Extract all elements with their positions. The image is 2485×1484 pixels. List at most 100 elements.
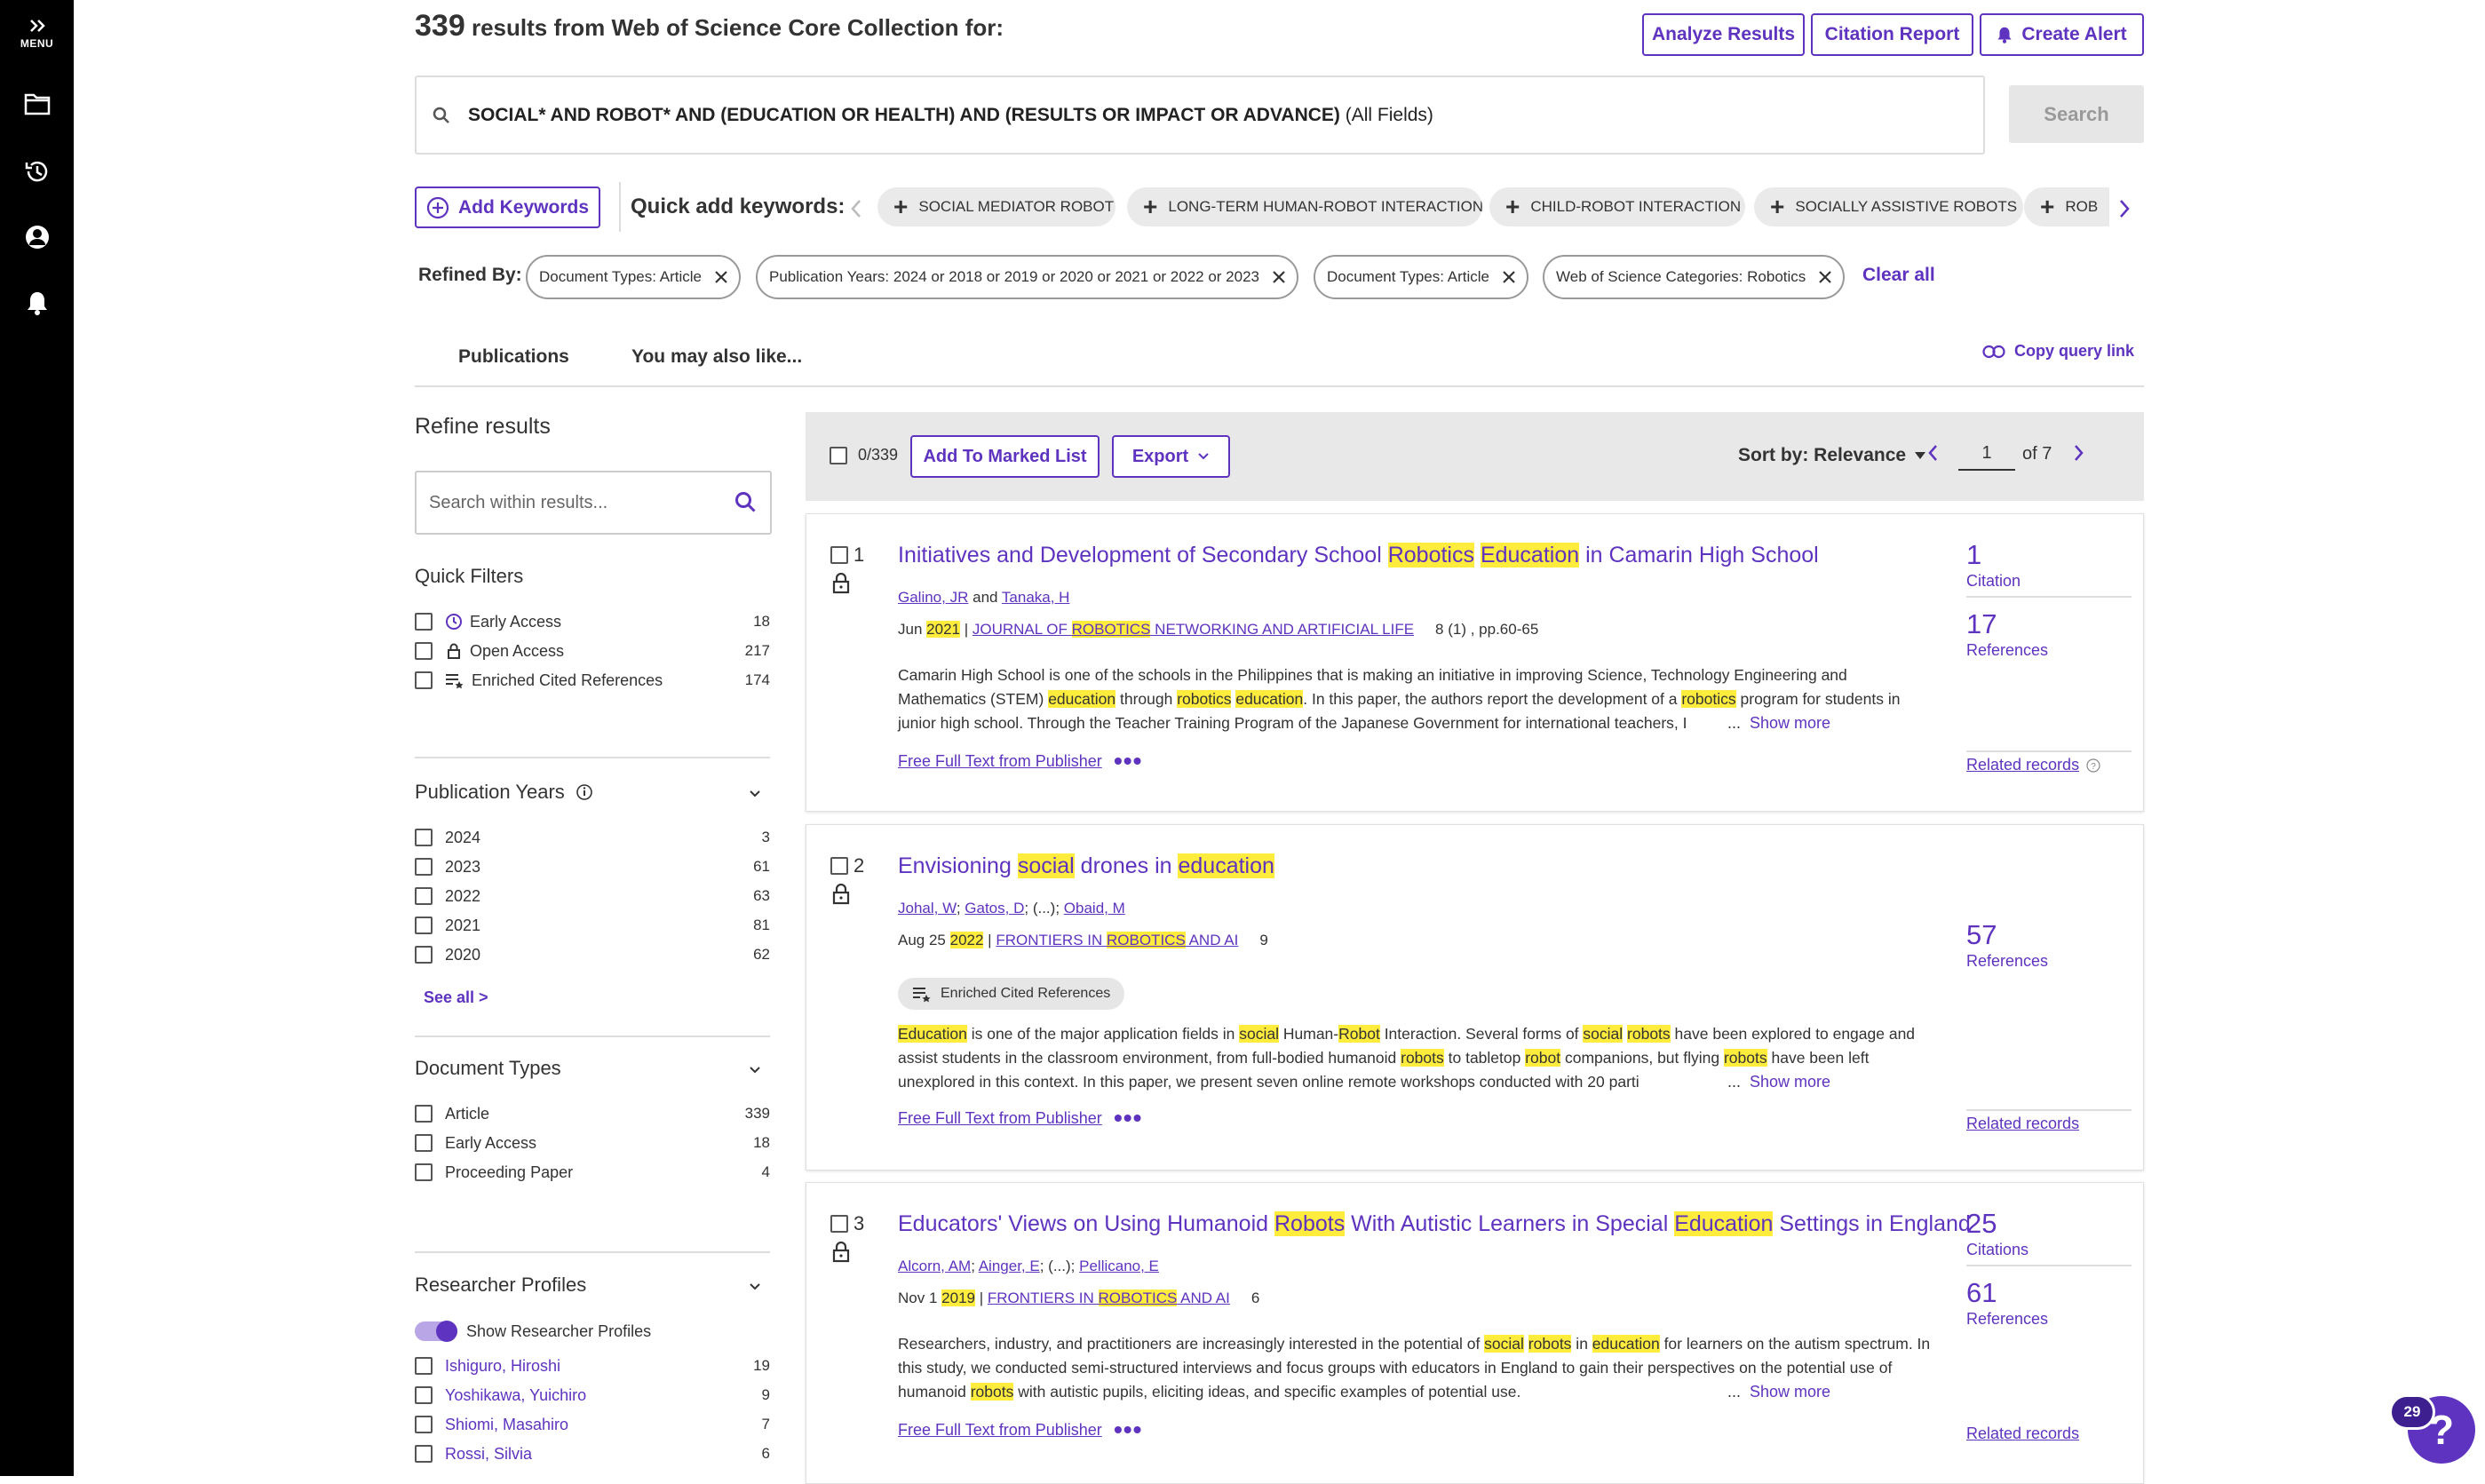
see-all-years-link[interactable]: See all > — [424, 988, 488, 1007]
close-icon[interactable] — [1272, 270, 1286, 284]
result-title[interactable]: Initiatives and Development of Secondary… — [898, 543, 1819, 568]
chevron-left-icon[interactable] — [1928, 444, 1939, 462]
search-icon[interactable] — [734, 491, 758, 514]
refine-pill[interactable]: Web of Science Categories: Robotics — [1543, 255, 1846, 299]
checkbox[interactable] — [415, 1105, 433, 1123]
filter-enriched-refs[interactable]: Enriched Cited References 174 — [415, 668, 770, 693]
checkbox[interactable] — [415, 1134, 433, 1152]
chevron-down-icon[interactable] — [749, 1064, 761, 1076]
full-text-link[interactable]: Free Full Text from Publisher — [898, 752, 1102, 771]
close-icon[interactable] — [714, 270, 728, 284]
filter-year[interactable]: 2023 61 — [415, 854, 770, 879]
keyword-chip[interactable]: + SOCIAL MEDIATOR ROBOT — [877, 187, 1115, 226]
related-records-link[interactable]: Related records — [1966, 1424, 2079, 1443]
keyword-chip[interactable]: + CHILD-ROBOT INTERACTION — [1489, 187, 1745, 226]
checkbox[interactable] — [415, 887, 433, 905]
checkbox[interactable] — [415, 1416, 433, 1433]
checkbox[interactable] — [415, 613, 433, 631]
references-metric[interactable]: 57 References — [1966, 921, 2132, 971]
keyword-chip[interactable]: + LONG-TERM HUMAN-ROBOT INTERACTION — [1127, 187, 1482, 226]
author-link[interactable]: Johal, W — [898, 900, 957, 917]
checkbox[interactable] — [415, 1386, 433, 1404]
select-all-checkbox[interactable] — [830, 446, 847, 464]
journal-link[interactable]: JOURNAL OF ROBOTICS NETWORKING AND ARTIF… — [973, 621, 1414, 638]
filter-researcher[interactable]: Ishiguro, Hiroshi 19 — [415, 1353, 770, 1378]
author-link[interactable]: Tanaka, H — [1002, 589, 1070, 606]
journal-link[interactable]: FRONTIERS IN ROBOTICS AND AI — [988, 1290, 1230, 1306]
chevron-right-icon[interactable] — [2118, 199, 2131, 218]
author-link[interactable]: Pellicano, E — [1079, 1258, 1159, 1274]
keyword-chip[interactable]: + ROB — [2024, 187, 2109, 226]
menu-toggle[interactable]: MENU — [0, 18, 74, 50]
show-more-link[interactable]: ... Show more — [1727, 714, 1830, 733]
sort-dropdown[interactable]: Sort by: Relevance — [1738, 445, 1926, 466]
pub-years-header[interactable]: Publication Years — [415, 781, 593, 804]
create-alert-button[interactable]: Create Alert — [1980, 13, 2144, 56]
show-more-link[interactable]: ... Show more — [1727, 1073, 1830, 1091]
more-options-icon[interactable]: ••• — [1114, 749, 1142, 774]
author-ellipsis[interactable]: (...) — [1033, 900, 1056, 917]
author-link[interactable]: Obaid, M — [1064, 900, 1125, 917]
add-keywords-button[interactable]: Add Keywords — [415, 186, 600, 228]
refine-pill[interactable]: Document Types: Article — [1314, 255, 1528, 299]
folder-button[interactable] — [0, 92, 74, 115]
journal-link[interactable]: FRONTIERS IN ROBOTICS AND AI — [996, 932, 1238, 948]
filter-researcher[interactable]: Yoshikawa, Yuichiro 9 — [415, 1383, 770, 1408]
export-button[interactable]: Export — [1112, 435, 1230, 478]
citation-report-button[interactable]: Citation Report — [1811, 13, 1973, 56]
toggle-switch[interactable] — [415, 1321, 457, 1342]
result-checkbox[interactable] — [830, 546, 848, 564]
keyword-chip[interactable]: + SOCIALLY ASSISTIVE ROBOTS — [1754, 187, 2023, 226]
info-icon[interactable] — [576, 783, 593, 801]
full-text-link[interactable]: Free Full Text from Publisher — [898, 1109, 1102, 1128]
author-link[interactable]: Alcorn, AM — [898, 1258, 971, 1274]
checkbox[interactable] — [415, 1445, 433, 1463]
analyze-results-button[interactable]: Analyze Results — [1642, 13, 1805, 56]
chevron-down-icon[interactable] — [749, 788, 761, 800]
page-input[interactable]: 1 — [1958, 437, 2015, 471]
chevron-right-icon[interactable] — [2073, 444, 2084, 462]
result-title[interactable]: Envisioning social drones in education — [898, 853, 1274, 879]
close-icon[interactable] — [1502, 270, 1516, 284]
author-ellipsis[interactable]: (...) — [1048, 1258, 1071, 1274]
result-checkbox[interactable] — [830, 857, 848, 875]
researcher-link[interactable]: Shiomi, Masahiro — [445, 1416, 568, 1434]
more-options-icon[interactable]: ••• — [1114, 1417, 1142, 1442]
full-text-link[interactable]: Free Full Text from Publisher — [898, 1421, 1102, 1440]
filter-researcher[interactable]: Rossi, Silvia 6 — [415, 1441, 770, 1466]
checkbox[interactable] — [415, 1163, 433, 1181]
references-metric[interactable]: 17 References — [1966, 610, 2132, 660]
search-within-input[interactable]: Search within results... — [415, 471, 772, 535]
related-records-link[interactable]: Related records? — [1966, 756, 2100, 774]
filter-doc-type[interactable]: Article 339 — [415, 1101, 770, 1126]
filter-year[interactable]: 2022 63 — [415, 884, 770, 909]
alerts-button[interactable] — [0, 290, 74, 316]
search-button[interactable]: Search — [2009, 85, 2144, 143]
checkbox[interactable] — [415, 671, 433, 689]
select-all[interactable]: 0/339 — [830, 446, 898, 464]
show-researcher-profiles-toggle[interactable]: Show Researcher Profiles — [415, 1319, 770, 1344]
close-icon[interactable] — [1818, 270, 1832, 284]
filter-early-access[interactable]: Early Access 18 — [415, 609, 770, 634]
references-metric[interactable]: 61 References — [1966, 1279, 2132, 1329]
result-checkbox[interactable] — [830, 1215, 848, 1233]
researcher-link[interactable]: Rossi, Silvia — [445, 1445, 532, 1464]
author-link[interactable]: Ainger, E — [979, 1258, 1040, 1274]
author-link[interactable]: Galino, JR — [898, 589, 968, 606]
result-title[interactable]: Educators' Views on Using Humanoid Robot… — [898, 1211, 1971, 1237]
copy-query-link[interactable]: Copy query link — [1982, 342, 2134, 361]
checkbox[interactable] — [415, 858, 433, 876]
filter-year[interactable]: 2024 3 — [415, 825, 770, 850]
author-link[interactable]: Gatos, D — [965, 900, 1024, 917]
checkbox[interactable] — [415, 917, 433, 934]
query-box[interactable]: SOCIAL* AND ROBOT* AND (EDUCATION OR HEA… — [415, 75, 1985, 155]
filter-doc-type[interactable]: Early Access 18 — [415, 1131, 770, 1155]
show-more-link[interactable]: ... Show more — [1727, 1383, 1830, 1401]
checkbox[interactable] — [415, 829, 433, 846]
checkbox[interactable] — [415, 946, 433, 964]
filter-year[interactable]: 2020 62 — [415, 942, 770, 967]
more-options-icon[interactable]: ••• — [1114, 1106, 1142, 1131]
filter-doc-type[interactable]: Proceeding Paper 4 — [415, 1160, 770, 1185]
filter-researcher[interactable]: Shiomi, Masahiro 7 — [415, 1412, 770, 1437]
researcher-link[interactable]: Yoshikawa, Yuichiro — [445, 1386, 586, 1405]
